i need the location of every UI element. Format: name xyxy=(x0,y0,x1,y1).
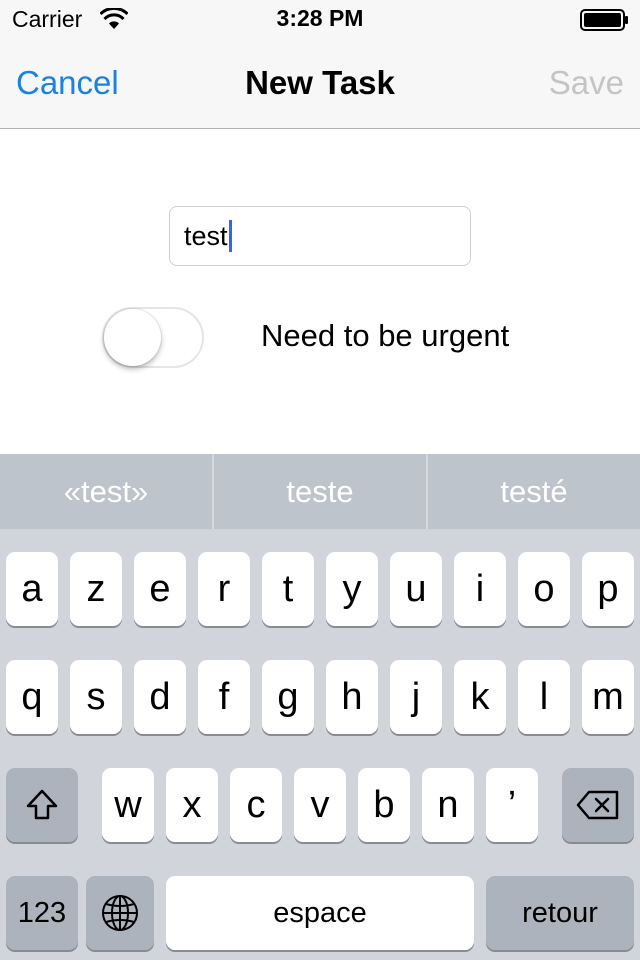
key-p[interactable]: p xyxy=(582,552,634,626)
key-u[interactable]: u xyxy=(390,552,442,626)
key-j[interactable]: j xyxy=(390,660,442,734)
key-k[interactable]: k xyxy=(454,660,506,734)
key-a[interactable]: a xyxy=(6,552,58,626)
key-m[interactable]: m xyxy=(582,660,634,734)
status-time: 3:28 PM xyxy=(276,5,364,31)
key-apostrophe[interactable]: ’ xyxy=(486,768,538,842)
key-o[interactable]: o xyxy=(518,552,570,626)
key-e[interactable]: e xyxy=(134,552,186,626)
key-l[interactable]: l xyxy=(518,660,570,734)
suggestion-item[interactable]: teste xyxy=(212,454,426,529)
key-t[interactable]: t xyxy=(262,552,314,626)
key-h[interactable]: h xyxy=(326,660,378,734)
key-b[interactable]: b xyxy=(358,768,410,842)
key-f[interactable]: f xyxy=(198,660,250,734)
key-q[interactable]: q xyxy=(6,660,58,734)
key-y[interactable]: y xyxy=(326,552,378,626)
key-r[interactable]: r xyxy=(198,552,250,626)
return-key[interactable]: retour xyxy=(486,876,634,950)
delete-key[interactable] xyxy=(562,768,634,842)
key-d[interactable]: d xyxy=(134,660,186,734)
suggestion-item[interactable]: «test» xyxy=(0,454,212,529)
save-button[interactable]: Save xyxy=(549,64,624,102)
key-i[interactable]: i xyxy=(454,552,506,626)
navigation-bar: Cancel New Task Save xyxy=(0,40,640,129)
numbers-key[interactable]: 123 xyxy=(6,876,78,950)
status-bar: Carrier 3:28 PM xyxy=(0,0,640,40)
toggle-knob xyxy=(104,309,161,366)
battery-icon xyxy=(580,9,630,31)
task-name-input[interactable]: test xyxy=(169,206,471,266)
globe-key[interactable] xyxy=(86,876,154,950)
key-z[interactable]: z xyxy=(70,552,122,626)
key-n[interactable]: n xyxy=(422,768,474,842)
urgent-toggle[interactable] xyxy=(102,307,204,368)
shift-icon xyxy=(25,788,59,822)
keyboard: «test» teste testé a z e r t y u i o p q… xyxy=(0,454,640,960)
key-g[interactable]: g xyxy=(262,660,314,734)
text-caret xyxy=(228,220,232,252)
space-key[interactable]: espace xyxy=(166,876,474,950)
key-w[interactable]: w xyxy=(102,768,154,842)
suggestion-bar: «test» teste testé xyxy=(0,454,640,529)
key-v[interactable]: v xyxy=(294,768,346,842)
suggestion-item[interactable]: testé xyxy=(426,454,640,529)
key-c[interactable]: c xyxy=(230,768,282,842)
cancel-button[interactable]: Cancel xyxy=(16,64,119,102)
globe-icon xyxy=(100,893,140,933)
urgent-label: Need to be urgent xyxy=(261,318,510,353)
key-x[interactable]: x xyxy=(166,768,218,842)
shift-key[interactable] xyxy=(6,768,78,842)
task-name-value: test xyxy=(184,220,228,251)
backspace-icon xyxy=(576,790,620,820)
key-s[interactable]: s xyxy=(70,660,122,734)
task-form: test Need to be urgent xyxy=(0,130,640,454)
